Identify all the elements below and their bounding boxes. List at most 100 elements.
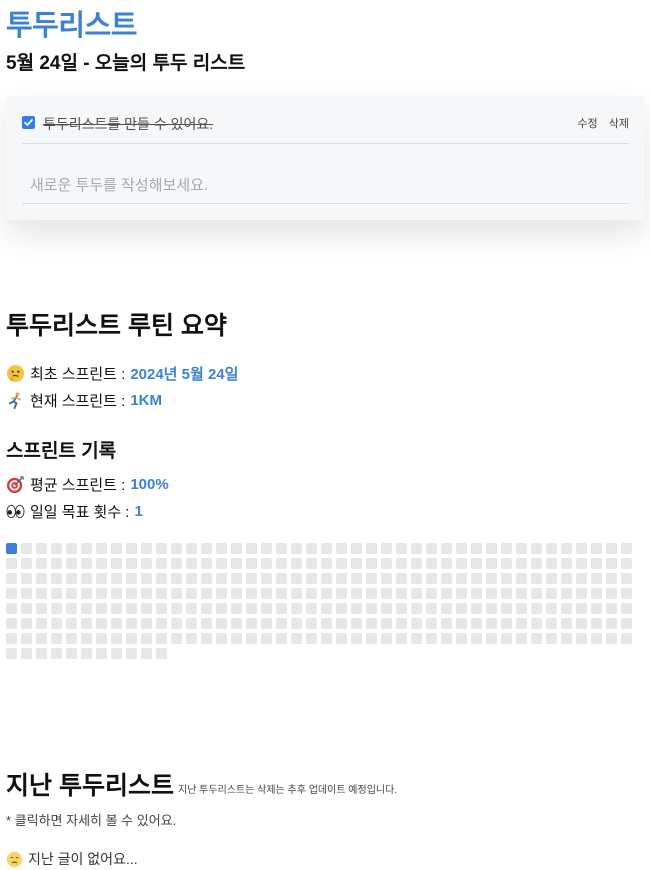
heatmap-cell bbox=[366, 633, 377, 644]
heatmap-cell bbox=[141, 633, 152, 644]
heatmap-cell bbox=[456, 633, 467, 644]
running-person-icon bbox=[8, 392, 22, 410]
heatmap-cell bbox=[156, 633, 167, 644]
heatmap-cell bbox=[486, 603, 497, 614]
heatmap-cell bbox=[6, 618, 17, 629]
heatmap-cell bbox=[456, 573, 467, 584]
heatmap-cell bbox=[501, 588, 512, 599]
heatmap-cell bbox=[66, 618, 77, 629]
heatmap-cell bbox=[171, 573, 182, 584]
heatmap-cell bbox=[336, 558, 347, 569]
heatmap-cell bbox=[186, 558, 197, 569]
heatmap-cell bbox=[276, 618, 287, 629]
heatmap-cell bbox=[6, 588, 17, 599]
heatmap-cell bbox=[261, 618, 272, 629]
heatmap-cell bbox=[456, 588, 467, 599]
heatmap-cell bbox=[321, 543, 332, 554]
heatmap-cell bbox=[561, 633, 572, 644]
heatmap-cell bbox=[276, 573, 287, 584]
heatmap-cell bbox=[501, 603, 512, 614]
sad-face-icon bbox=[6, 851, 23, 867]
heatmap-cell bbox=[411, 618, 422, 629]
heatmap-cell bbox=[561, 543, 572, 554]
heatmap-cell bbox=[231, 603, 242, 614]
heatmap-cell bbox=[21, 543, 32, 554]
heatmap-cell bbox=[546, 633, 557, 644]
heatmap-cell bbox=[516, 633, 527, 644]
avg-sprint-label: 평균 스프린트 : bbox=[30, 477, 126, 494]
heatmap-cell bbox=[111, 543, 122, 554]
heatmap-cell bbox=[231, 588, 242, 599]
heatmap-cell bbox=[456, 543, 467, 554]
new-todo-input[interactable] bbox=[22, 168, 629, 204]
heatmap-cell bbox=[336, 603, 347, 614]
heatmap-cell bbox=[156, 558, 167, 569]
avg-sprint-stat: 평균 스프린트 : 100% bbox=[6, 474, 169, 495]
heatmap-cell bbox=[81, 558, 92, 569]
heatmap-cell bbox=[441, 603, 452, 614]
heatmap-cell bbox=[141, 618, 152, 629]
heatmap-cell bbox=[501, 558, 512, 569]
heatmap-cell bbox=[171, 633, 182, 644]
heatmap-cell bbox=[591, 588, 602, 599]
heatmap-cell bbox=[411, 633, 422, 644]
edit-button[interactable]: 수정 bbox=[577, 118, 597, 130]
heatmap-cell bbox=[441, 573, 452, 584]
heatmap-cell bbox=[111, 603, 122, 614]
heatmap-cell bbox=[66, 588, 77, 599]
heatmap-cell bbox=[261, 573, 272, 584]
heatmap-cell bbox=[51, 588, 62, 599]
heatmap-cell bbox=[606, 573, 617, 584]
heatmap-cell bbox=[531, 633, 542, 644]
heatmap-cell bbox=[306, 603, 317, 614]
heatmap-cell bbox=[186, 618, 197, 629]
heatmap-cell bbox=[366, 618, 377, 629]
direct-hit-icon bbox=[6, 476, 24, 494]
heatmap-cell bbox=[216, 588, 227, 599]
heatmap-cell bbox=[156, 573, 167, 584]
heatmap-cell bbox=[276, 603, 287, 614]
todo-actions: 수정 삭제 bbox=[569, 115, 629, 131]
heatmap-cell bbox=[351, 633, 362, 644]
heatmap-cell bbox=[351, 573, 362, 584]
heatmap-cell bbox=[546, 618, 557, 629]
heatmap-cell bbox=[21, 618, 32, 629]
heatmap-cell bbox=[231, 633, 242, 644]
heatmap-cell bbox=[261, 543, 272, 554]
past-todos-note: 지난 투두리스트는 삭제는 추후 업데이트 예정입니다. bbox=[178, 785, 398, 796]
heatmap-cell bbox=[6, 603, 17, 614]
heatmap-cell bbox=[291, 543, 302, 554]
heatmap-cell bbox=[141, 543, 152, 554]
heatmap-cell bbox=[111, 573, 122, 584]
heatmap-cell bbox=[126, 633, 137, 644]
heatmap-cell bbox=[111, 588, 122, 599]
past-empty-state: 지난 글이 없어요... bbox=[6, 849, 138, 869]
heatmap-cell bbox=[591, 543, 602, 554]
heatmap-cell bbox=[216, 573, 227, 584]
heatmap-cell bbox=[321, 573, 332, 584]
heatmap-cell bbox=[396, 588, 407, 599]
delete-button[interactable]: 삭제 bbox=[609, 118, 629, 130]
heatmap-cell bbox=[561, 588, 572, 599]
heatmap-cell bbox=[171, 558, 182, 569]
heatmap-cell bbox=[561, 558, 572, 569]
heatmap-cell bbox=[6, 573, 17, 584]
heatmap-cell bbox=[546, 558, 557, 569]
heatmap-cell bbox=[51, 543, 62, 554]
heatmap-cell bbox=[51, 618, 62, 629]
heatmap-cell bbox=[426, 588, 437, 599]
heatmap-cell bbox=[456, 603, 467, 614]
heatmap-cell bbox=[606, 618, 617, 629]
heatmap-cell bbox=[516, 618, 527, 629]
heatmap-cell bbox=[366, 603, 377, 614]
heatmap-cell bbox=[21, 648, 32, 659]
heatmap-cell bbox=[381, 573, 392, 584]
todo-checkbox[interactable] bbox=[22, 116, 35, 129]
heatmap-cell bbox=[381, 588, 392, 599]
heatmap-cell bbox=[171, 603, 182, 614]
heatmap-cell bbox=[126, 618, 137, 629]
heatmap-cell bbox=[621, 633, 632, 644]
heatmap-cell bbox=[126, 558, 137, 569]
app-title[interactable]: 투두리스트 bbox=[6, 2, 137, 44]
todo-text[interactable]: 투두리스트를 만들 수 있어요. bbox=[43, 114, 213, 134]
